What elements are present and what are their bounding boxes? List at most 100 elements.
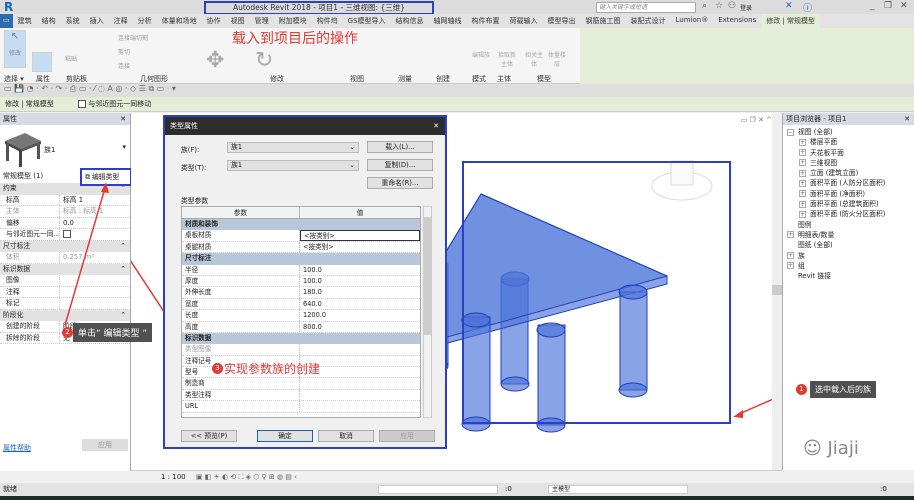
parameter-row[interactable]: 外伸长度 180.0 <box>182 287 420 299</box>
parameter-row[interactable]: 长度 1200.0 <box>182 310 420 322</box>
parameter-group[interactable]: 材质和装饰 <box>182 219 420 231</box>
modify-button[interactable]: ↖ 修改 <box>4 30 26 68</box>
design-option-select[interactable]: 主模型 <box>548 485 688 494</box>
expand-icon[interactable]: + <box>787 262 794 270</box>
ok-button[interactable]: 确定 <box>257 430 313 442</box>
apply-button[interactable]: 应用 <box>82 439 128 451</box>
cut-button[interactable]: 剪切 <box>118 47 130 56</box>
tab-11[interactable]: 构件坞 <box>312 14 343 28</box>
expand-icon[interactable]: + <box>799 179 806 187</box>
view-control-icons[interactable]: ▣ ◧ ☀ ◐ ⟲ ⛶ ◈ ⬡ ♀ ⊞ ◍ ▤ ‹ <box>196 473 297 481</box>
parameter-group[interactable]: 标识数据 <box>182 332 420 345</box>
tab-10[interactable]: 附加模块 <box>274 14 312 28</box>
cut-geometry-button[interactable]: 连接端切割 <box>118 33 148 42</box>
search-input[interactable]: 键入关键字或短语 <box>596 2 696 13</box>
browser-item[interactable]: + 面积平面 (人防分区面积) <box>787 178 914 188</box>
close-icon[interactable]: ✕ <box>904 113 910 125</box>
paste-button[interactable]: 粘贴 <box>65 54 77 63</box>
binoculars-icon[interactable]: ⌕ <box>702 1 707 11</box>
tab-8[interactable]: 视图 <box>226 14 250 28</box>
expand-icon[interactable]: + <box>787 252 794 260</box>
parameter-row[interactable]: 类型图像 <box>182 344 420 356</box>
star-icon[interactable]: ☆ <box>715 1 723 11</box>
expand-icon[interactable]: + <box>799 138 806 146</box>
restore-button[interactable]: ❐ <box>884 1 892 11</box>
tab-6[interactable]: 体量和场地 <box>157 14 202 28</box>
parameter-group[interactable]: 尺寸标注 <box>182 253 420 265</box>
related-host-button[interactable]: 相关主体 <box>525 50 543 68</box>
file-tab[interactable]: ▭ <box>0 14 13 28</box>
expand-icon[interactable]: + <box>799 169 806 177</box>
parameter-row[interactable]: 高度 800.0 <box>182 321 420 333</box>
parameter-row[interactable]: 宽度 640.0 <box>182 298 420 311</box>
parameter-row[interactable]: 桌腿材质 <按类别> <box>182 241 420 254</box>
expand-icon[interactable]: + <box>799 210 806 218</box>
rotate-icon[interactable]: ↻ <box>255 48 273 73</box>
mass-floors-button[interactable]: 体量楼层 <box>548 50 566 68</box>
help-icon[interactable]: ⓘ <box>803 1 812 14</box>
tab-5[interactable]: 分析 <box>133 14 157 28</box>
tab-0[interactable]: 建筑 <box>13 14 37 28</box>
type-select[interactable]: 族1 ⌄ <box>227 160 359 171</box>
tab-21[interactable]: Extensions <box>713 14 761 28</box>
browser-item[interactable]: + 面积平面 (总建筑面积) <box>787 199 914 209</box>
parameter-row[interactable]: 厚度 100.0 <box>182 275 420 288</box>
rename-button[interactable]: 重命名(R)... <box>367 177 433 189</box>
collapse-icon[interactable]: ⌃ <box>120 264 126 276</box>
browser-item[interactable]: 图纸 (全部) <box>787 240 914 250</box>
tab-1[interactable]: 结构 <box>37 14 61 28</box>
collapse-icon[interactable]: − <box>787 128 794 136</box>
close-icon[interactable]: ✕ <box>433 117 439 135</box>
parameter-row[interactable]: 桌板材质 <按类别> <box>182 230 420 242</box>
tab-18[interactable]: 钢筋施工图 <box>581 14 626 28</box>
browser-item[interactable]: + 明细表/数量 <box>787 230 914 240</box>
move-icon[interactable]: ✥ <box>206 48 224 73</box>
parameter-row[interactable]: 制造商 <box>182 378 420 390</box>
move-with-nearby-checkbox[interactable] <box>78 100 87 108</box>
properties-help-link[interactable]: 属性帮助 <box>3 443 31 453</box>
user-icon[interactable]: ⚇ <box>728 1 736 11</box>
expand-icon[interactable]: + <box>799 159 806 167</box>
browser-item[interactable]: + 三维视图 <box>787 158 914 168</box>
workset-select[interactable] <box>378 485 498 494</box>
parameter-row[interactable]: 类型注释 <box>182 389 420 402</box>
cancel-button[interactable]: 取消 <box>318 430 374 442</box>
close-icon[interactable]: ✕ <box>120 113 126 125</box>
browser-item[interactable]: + 面积平面 (防火分区面积) <box>787 209 914 219</box>
ribbon-panel-label[interactable]: 选择 ▾ <box>4 74 24 84</box>
type-preview[interactable]: 族1 ▾ <box>0 125 130 169</box>
parameter-row[interactable]: 半径 100.0 <box>182 264 420 276</box>
dialog-apply-button[interactable]: 应用 <box>379 430 435 442</box>
tab-2[interactable]: 系统 <box>61 14 85 28</box>
tab-16[interactable]: 荷载输入 <box>505 14 543 28</box>
browser-item[interactable]: 图例 <box>787 220 914 230</box>
quick-access-toolbar[interactable]: ▭ 💾 ◔ · ↶ · ↷ · ⎙ ▭ · ⁄ ◌ A ◎ · ◇ ☰ ⧉ ▭ … <box>0 84 914 97</box>
browser-item[interactable]: + 楼层平面 <box>787 137 914 147</box>
close-button[interactable]: ✕ <box>900 1 908 11</box>
tab-20[interactable]: Lumion® <box>671 14 714 28</box>
tab-4[interactable]: 注释 <box>109 14 133 28</box>
browser-item[interactable]: + 立面 (建筑立面) <box>787 168 914 178</box>
collapse-icon[interactable]: ⌃ <box>120 310 126 322</box>
filter-count[interactable]: :0 <box>880 483 887 496</box>
revit-logo[interactable]: R <box>4 0 13 14</box>
parameter-row[interactable]: URL <box>182 401 420 413</box>
table-scrollbar[interactable] <box>423 206 432 418</box>
tab-7[interactable]: 协作 <box>202 14 226 28</box>
browser-item[interactable]: Revit 链接 <box>787 271 914 281</box>
tab-12[interactable]: GS模型导入 <box>343 14 391 28</box>
collapse-icon[interactable]: ⌃ <box>120 241 126 253</box>
tab-22[interactable]: 修改 | 常规模型 <box>761 14 821 28</box>
tab-15[interactable]: 构件布置 <box>467 14 505 28</box>
view-scale[interactable]: 1 : 100 <box>161 473 186 481</box>
family-select[interactable]: 族1 ⌄ <box>227 142 359 153</box>
load-button[interactable]: 载入(L)... <box>367 141 433 153</box>
tab-9[interactable]: 管理 <box>250 14 274 28</box>
expand-icon[interactable]: + <box>787 231 794 239</box>
expand-icon[interactable]: + <box>799 149 806 157</box>
edit-family-button[interactable]: 编辑族 <box>472 50 490 59</box>
minimize-button[interactable]: _ <box>870 1 875 11</box>
tab-17[interactable]: 模型导出 <box>543 14 581 28</box>
expand-icon[interactable]: + <box>799 190 806 198</box>
exchange-icon[interactable]: ✕ <box>785 1 793 11</box>
